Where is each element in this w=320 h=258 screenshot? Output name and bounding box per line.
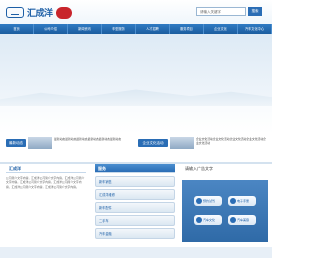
search-button[interactable]: 搜索 xyxy=(248,7,262,16)
circle-icon xyxy=(196,198,202,204)
nav-item[interactable]: 汽车文化中心 xyxy=(238,24,272,34)
logo-mark-icon xyxy=(6,7,24,18)
ad-button-label: 预约试驾 xyxy=(203,199,216,203)
service-item[interactable]: 汇成洋维修 xyxy=(95,189,175,200)
about-text: 公司简介文字内容，汇成洋公司简介文字内容，汇成洋公司简介文字内容。汇成洋公司简介… xyxy=(6,176,85,189)
main-nav: 首页 公司介绍 新闻资讯 车型服务 人才招聘 服务项目 企业文化 汽车文化中心 xyxy=(0,24,272,34)
ad-button[interactable]: 预约试驾 xyxy=(194,196,222,206)
logo-badge-icon xyxy=(55,6,72,19)
about-heading: 汇成洋 xyxy=(6,164,86,173)
nav-item[interactable]: 新闻资讯 xyxy=(68,24,102,34)
service-item[interactable]: 汽车金融 xyxy=(95,228,175,239)
nav-item[interactable]: 公司介绍 xyxy=(34,24,68,34)
ad-button-label: 电子手册 xyxy=(237,199,250,203)
service-item[interactable]: 新车配件 xyxy=(95,202,175,213)
search-input[interactable]: 请输入关键字 xyxy=(196,7,246,16)
nav-item[interactable]: 人才招聘 xyxy=(136,24,170,34)
logo-text: 汇成洋 xyxy=(27,9,53,19)
circle-icon xyxy=(196,217,202,223)
footer xyxy=(0,247,272,258)
culture-item[interactable]: 企业文化活动企业文化活动企业文化活动企业文化活动企业文化活动 xyxy=(196,137,268,145)
circle-icon xyxy=(230,198,236,204)
logo[interactable]: 汇成洋 xyxy=(6,6,72,19)
service-item[interactable]: 新车销售 xyxy=(95,176,175,187)
hero-banner xyxy=(0,34,272,134)
ad-button-label: 汽车美容 xyxy=(237,218,250,222)
ad-button[interactable]: 汽车美容 xyxy=(228,215,256,225)
service-item[interactable]: 二手车 xyxy=(95,215,175,226)
culture-tag[interactable]: 企业文化活动 xyxy=(138,139,168,147)
nav-item[interactable]: 首页 xyxy=(0,24,34,34)
site-header: 汇成洋 请输入关键字 搜索 xyxy=(0,0,272,26)
services-list: 新车销售 汇成洋维修 新车配件 二手车 汽车金融 xyxy=(95,176,175,241)
news-item[interactable]: 最新动态最新动态最新动态最新动态最新动态最新动态 xyxy=(54,137,132,141)
news-thumbnail[interactable] xyxy=(28,137,52,149)
ad-button[interactable]: 汽车文化 xyxy=(194,215,222,225)
services-heading: 服务 xyxy=(95,164,175,173)
circle-icon xyxy=(230,217,236,223)
ad-heading: 请输入广告文字 xyxy=(185,166,213,171)
ad-button[interactable]: 电子手册 xyxy=(228,196,256,206)
nav-item[interactable]: 企业文化 xyxy=(204,24,238,34)
ad-panel: 预约试驾 电子手册 汽车文化 汽车美容 xyxy=(182,180,268,242)
nav-item[interactable]: 车型服务 xyxy=(102,24,136,34)
nav-item[interactable]: 服务项目 xyxy=(170,24,204,34)
news-tag[interactable]: 最新动态 xyxy=(6,139,26,147)
culture-thumbnail[interactable] xyxy=(170,137,194,149)
ad-button-label: 汽车文化 xyxy=(203,218,216,222)
